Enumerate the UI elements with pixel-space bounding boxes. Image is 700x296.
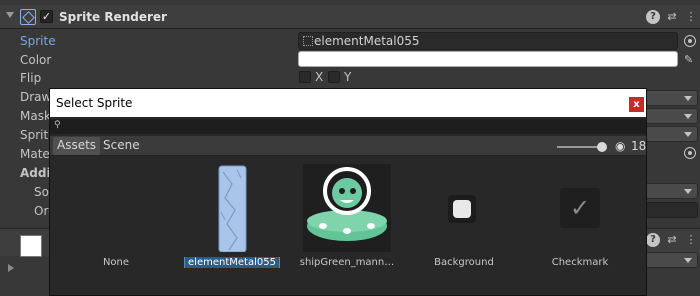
item-label: elementMetal055 xyxy=(184,257,280,268)
background-thumbnail xyxy=(409,164,519,252)
foldout-arrow-icon[interactable] xyxy=(6,12,14,18)
material-help-icon[interactable]: ? xyxy=(646,233,660,247)
search-icon: ⚲ xyxy=(54,120,61,130)
item-ship-green[interactable]: shipGreen_mann… xyxy=(292,164,402,272)
item-background[interactable]: Background xyxy=(409,164,519,272)
sorting-layer-dropdown[interactable] xyxy=(645,183,698,199)
item-label: None xyxy=(102,257,130,268)
sprite-renderer-header[interactable]: ✓ Sprite Renderer ? ⇄ ⋮ xyxy=(0,5,700,29)
item-checkmark[interactable]: ✓ Checkmark xyxy=(525,164,635,272)
help-icon[interactable]: ? xyxy=(646,10,660,24)
item-label: Checkmark xyxy=(551,257,609,268)
more-vert-icon[interactable]: ⋮ xyxy=(684,10,698,24)
draw-mode-dropdown[interactable] xyxy=(645,90,698,106)
search-input[interactable] xyxy=(66,119,642,134)
eye-slash-icon[interactable]: ◉ xyxy=(615,139,625,153)
metal-sprite-thumbnail xyxy=(218,165,247,252)
eyedropper-icon[interactable]: ✎ xyxy=(684,53,696,66)
sprite-object-field[interactable]: elementMetal055 xyxy=(298,32,678,50)
sprite-label: Sprite xyxy=(20,34,56,48)
color-field[interactable] xyxy=(298,51,678,67)
material-more-icon[interactable]: ⋮ xyxy=(684,233,698,247)
sprite-object-value: elementMetal055 xyxy=(314,34,420,48)
item-none[interactable]: None xyxy=(61,164,171,272)
expand-arrow-icon[interactable] xyxy=(8,264,14,272)
checkmark-thumbnail: ✓ xyxy=(525,164,635,252)
material-preset-icon[interactable]: ⇄ xyxy=(665,233,679,247)
sprite-asset-icon xyxy=(303,36,313,46)
ship-thumbnail-frame xyxy=(303,164,391,252)
draw-mode-label: Draw xyxy=(20,90,52,104)
slider-thumb[interactable] xyxy=(597,142,607,152)
tab-scene[interactable]: Scene xyxy=(99,137,144,155)
sorting-layer-label: So xyxy=(34,185,49,199)
color-label: Color xyxy=(20,53,52,67)
close-button[interactable]: x xyxy=(629,97,644,112)
ship-sprite-thumbnail xyxy=(307,167,387,241)
flip-y-checkbox[interactable] xyxy=(328,71,340,83)
select-sprite-window: Select Sprite x ⚲ Assets Scene ◉ 18 None… xyxy=(49,88,647,296)
window-title: Select Sprite xyxy=(56,96,133,110)
mask-interaction-dropdown[interactable] xyxy=(645,108,698,124)
hidden-count: 18 xyxy=(631,139,647,153)
material-label: Mate xyxy=(20,147,50,161)
material-preview xyxy=(20,235,42,257)
shader-dropdown[interactable] xyxy=(645,252,698,268)
material-picker-icon[interactable] xyxy=(684,147,696,159)
mask-interaction-label: Mask xyxy=(20,109,51,123)
object-picker-icon[interactable] xyxy=(684,35,696,47)
tab-assets[interactable]: Assets xyxy=(53,137,101,155)
search-bar: ⚲ xyxy=(50,119,646,134)
checkmark-icon: ✓ xyxy=(560,188,600,228)
component-title: Sprite Renderer xyxy=(59,10,167,24)
flip-x-checkbox[interactable] xyxy=(299,71,311,83)
select-sprite-titlebar[interactable]: Select Sprite x xyxy=(50,89,646,117)
sprite-sort-point-dropdown[interactable] xyxy=(645,126,698,142)
none-thumbnail xyxy=(61,164,171,252)
flip-x-label: X xyxy=(315,70,324,84)
additional-settings-label[interactable]: Addi xyxy=(20,166,51,180)
item-label: shipGreen_mann… xyxy=(299,257,395,268)
item-label: Background xyxy=(434,257,494,268)
item-element-metal[interactable]: elementMetal055 xyxy=(177,164,287,272)
thumbnail-size-slider[interactable] xyxy=(557,146,602,148)
sprite-renderer-icon xyxy=(20,9,36,25)
flip-y-label: Y xyxy=(344,70,352,84)
order-in-layer-field[interactable] xyxy=(645,202,698,218)
component-enabled-checkbox[interactable]: ✓ xyxy=(40,10,53,23)
flip-label: Flip xyxy=(20,71,42,85)
preset-icon[interactable]: ⇄ xyxy=(665,10,679,24)
